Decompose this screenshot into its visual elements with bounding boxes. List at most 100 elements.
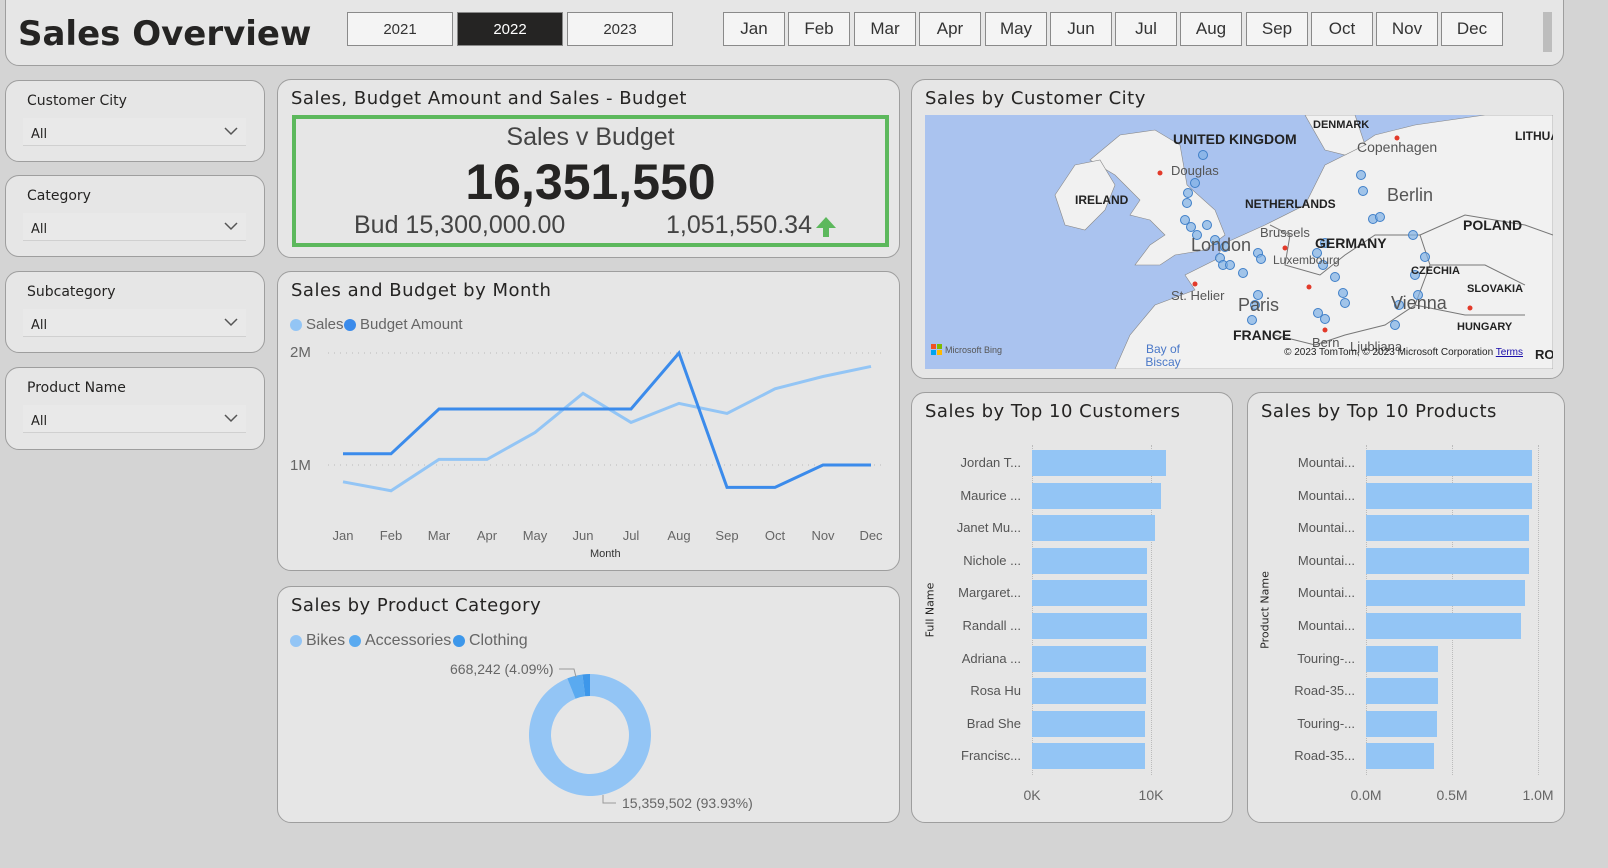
y-axis-title: Product Name: [1258, 571, 1272, 649]
kpi-value: 16,351,550: [465, 154, 716, 210]
month-button-aug[interactable]: Aug: [1180, 12, 1242, 46]
slicer-dropdown[interactable]: All: [23, 118, 246, 146]
month-button-jul[interactable]: Jul: [1115, 12, 1177, 46]
map-bubble[interactable]: [1358, 186, 1368, 196]
chevron-down-icon: [224, 127, 238, 136]
x-tick: May: [522, 528, 548, 543]
slicer-customer-city: Customer City All: [5, 80, 265, 162]
year-button-2023[interactable]: 2023: [567, 12, 673, 46]
bar[interactable]: [1366, 678, 1439, 705]
series-line-budget[interactable]: [343, 350, 871, 489]
map-bubble[interactable]: [1408, 230, 1418, 240]
map-bubble[interactable]: [1356, 170, 1366, 180]
kpi-card: Sales, Budget Amount and Sales - Budget …: [277, 79, 900, 258]
series-line-sales[interactable]: [342, 364, 872, 493]
x-tick: Jan: [332, 528, 354, 543]
month-button-dec[interactable]: Dec: [1441, 12, 1503, 46]
donut-plot: [528, 668, 651, 804]
bar[interactable]: [1032, 613, 1148, 639]
map-bubble[interactable]: [1190, 178, 1200, 188]
map-bubble[interactable]: [1182, 198, 1192, 208]
map-canvas[interactable]: UNITED KINGDOM IRELAND NETHERLANDS GERMANY D…: [925, 115, 1553, 369]
map-bubble[interactable]: [1390, 320, 1400, 330]
bar[interactable]: [1032, 678, 1147, 705]
map-label: LITHUA: [1515, 129, 1553, 143]
map-bubble[interactable]: [1183, 188, 1193, 198]
bar[interactable]: [1366, 450, 1532, 476]
month-button-nov[interactable]: Nov: [1376, 12, 1438, 46]
bar[interactable]: [1032, 710, 1146, 737]
data-label-bikes: 15,359,502 (93.93%): [622, 795, 753, 811]
x-tick: Sep: [715, 528, 739, 543]
slicer-dropdown[interactable]: All: [23, 213, 246, 241]
x-tick: 0K: [1023, 787, 1041, 803]
bar[interactable]: [1032, 580, 1148, 607]
map-label: Vienna: [1391, 293, 1447, 313]
bar[interactable]: [1032, 515, 1155, 542]
map-bubble[interactable]: [1225, 260, 1235, 270]
map-card: Sales by Customer City UNITED KINGDOM IRE…: [911, 79, 1564, 379]
slicer-label: Product Name: [27, 380, 126, 396]
bar-label: Touring-...: [1297, 715, 1355, 731]
map-bubble[interactable]: [1375, 212, 1385, 222]
month-button-feb[interactable]: Feb: [788, 12, 850, 46]
bar[interactable]: [1032, 450, 1167, 476]
month-button-oct[interactable]: Oct: [1311, 12, 1373, 46]
slicer-dropdown[interactable]: All: [23, 309, 246, 337]
terms-link[interactable]: Terms: [1496, 347, 1523, 358]
slicer-dropdown[interactable]: All: [23, 405, 246, 433]
bar[interactable]: [1366, 645, 1439, 672]
bar[interactable]: [1032, 645, 1147, 672]
year-button-2022[interactable]: 2022: [457, 12, 563, 46]
month-button-apr[interactable]: Apr: [919, 12, 981, 46]
month-button-jun[interactable]: Jun: [1050, 12, 1112, 46]
map-bubble[interactable]: [1247, 315, 1257, 325]
map-bubble[interactable]: [1340, 298, 1350, 308]
line-plot: [328, 350, 886, 493]
map-bubble[interactable]: [1320, 314, 1330, 324]
x-tick: 0.5M: [1436, 787, 1468, 803]
bar[interactable]: [1032, 743, 1146, 770]
map-label: Bay of Biscay: [1145, 342, 1181, 369]
map-bubble[interactable]: [1198, 150, 1208, 160]
map-bubble[interactable]: [1338, 288, 1348, 298]
month-button-mar[interactable]: Mar: [854, 12, 916, 46]
slicer-label: Category: [27, 188, 91, 204]
bar[interactable]: [1032, 482, 1161, 509]
chevron-down-icon: [224, 318, 238, 327]
line-chart-card: Sales and Budget by Month Sales Budget A…: [277, 271, 900, 571]
bar[interactable]: [1366, 580, 1526, 607]
gridline: [1538, 445, 1539, 775]
x-axis-title: Month: [590, 548, 621, 560]
x-tick: 10K: [1138, 787, 1164, 803]
month-button-sep[interactable]: Sep: [1246, 12, 1308, 46]
x-tick: 1.0M: [1522, 787, 1554, 803]
month-button-may[interactable]: May: [985, 12, 1047, 46]
map-bubble[interactable]: [1256, 254, 1266, 264]
map-label: London: [1191, 235, 1252, 255]
map-bubble[interactable]: [1186, 222, 1196, 232]
map-bubble[interactable]: [1330, 272, 1340, 282]
slicer-value: All: [31, 127, 48, 142]
bar[interactable]: [1366, 515, 1530, 542]
year-button-2021[interactable]: 2021: [347, 12, 453, 46]
x-tick: Dec: [859, 528, 883, 543]
map-bubble[interactable]: [1420, 252, 1430, 262]
map-bubble[interactable]: [1238, 268, 1248, 278]
bar-label: Jordan T...: [960, 455, 1021, 470]
bar-label: Nichole ...: [963, 552, 1021, 568]
bar-label: Maurice ...: [960, 487, 1021, 503]
bar[interactable]: [1366, 743, 1434, 770]
bar[interactable]: [1366, 710, 1437, 737]
bar[interactable]: [1366, 547, 1530, 574]
leader-line: [559, 668, 577, 678]
bar-label: Touring-...: [1297, 650, 1355, 666]
bar[interactable]: [1366, 482, 1532, 509]
x-tick: Oct: [764, 528, 786, 543]
month-button-jan[interactable]: Jan: [723, 12, 785, 46]
bar[interactable]: [1366, 613, 1521, 639]
scrollbar[interactable]: [1543, 12, 1552, 52]
slicer-value: All: [31, 222, 48, 237]
map-bubble[interactable]: [1202, 220, 1212, 230]
bar[interactable]: [1032, 547, 1148, 574]
